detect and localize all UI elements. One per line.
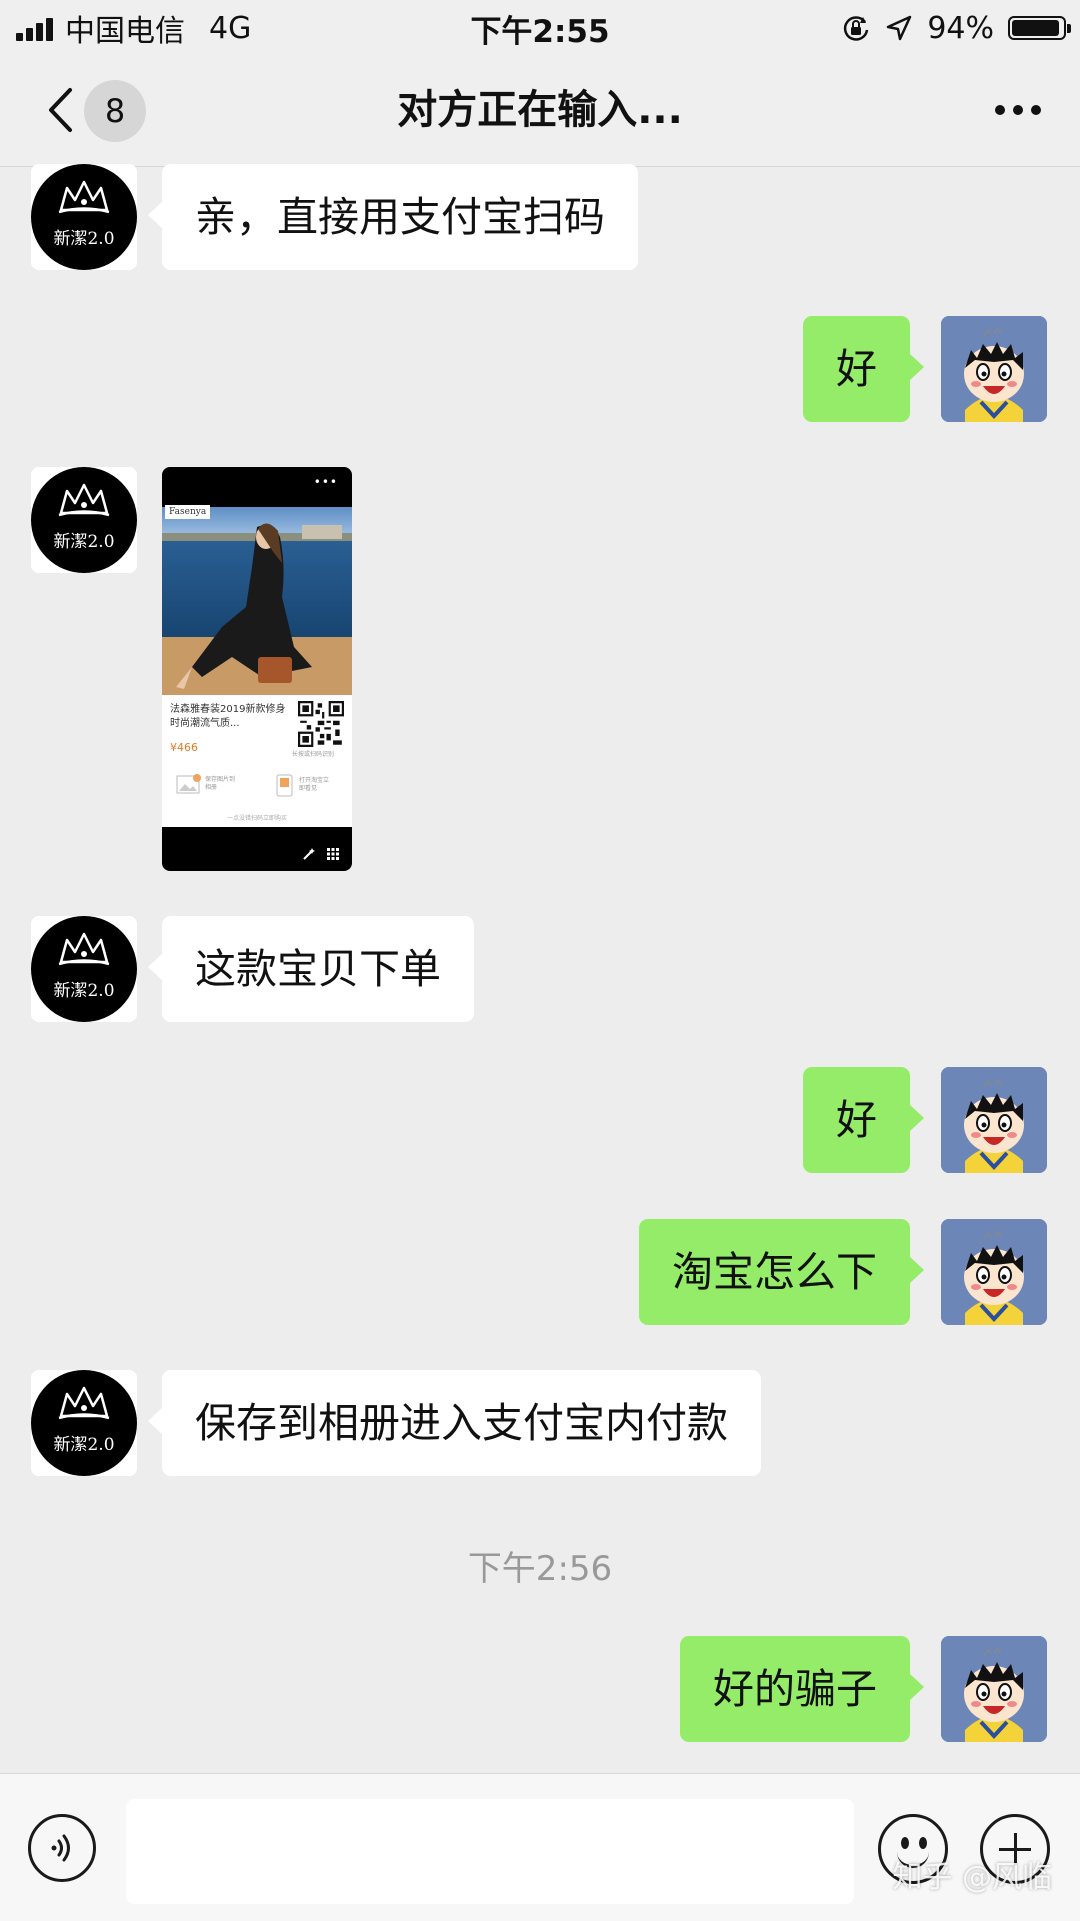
nav-bar: 8 对方正在输入...: [0, 54, 1080, 167]
contact-avatar[interactable]: 新潔2.0: [31, 1370, 137, 1476]
contact-avatar-text: 新潔2.0: [53, 981, 115, 1001]
save-image-label: 保存图片到相册: [205, 776, 236, 791]
contact-avatar-text: 新潔2.0: [53, 532, 115, 552]
my-avatar[interactable]: [941, 1067, 1047, 1173]
contact-avatar[interactable]: 新潔2.0: [31, 164, 137, 270]
product-photo: [162, 507, 352, 695]
more-icon: •••: [313, 475, 338, 489]
message-bubble-incoming[interactable]: 保存到相册进入支付宝内付款: [148, 1370, 761, 1476]
orientation-lock-icon: [844, 16, 869, 41]
status-right: 94%: [841, 8, 1071, 48]
product-title: 法森雅春装2019新款修身时尚潮流气质...: [170, 704, 286, 729]
my-avatar[interactable]: [941, 316, 1047, 422]
image-message[interactable]: ••• Fasenya 法森雅春装2019新款修身时尚潮流气质... ¥466 …: [162, 467, 352, 871]
product-price: ¥466: [170, 741, 198, 754]
more-icon: [995, 105, 1005, 115]
input-bar: [0, 1773, 1080, 1921]
contact-avatar[interactable]: 新潔2.0: [31, 467, 137, 573]
message-bubble-outgoing[interactable]: 淘宝怎么下: [639, 1219, 924, 1325]
status-bar: 中国电信 4G 下午2:55 94%: [0, 0, 1080, 54]
message-timestamp: 下午2:56: [467, 1549, 613, 1589]
image-tools: [302, 847, 340, 861]
contact-avatar-text: 新潔2.0: [53, 229, 115, 249]
my-avatar[interactable]: [941, 1636, 1047, 1742]
location-icon: [887, 15, 912, 41]
open-taobao-label: 打开淘宝立即看见: [299, 777, 330, 792]
chat-title: 对方正在输入...: [397, 87, 683, 133]
qr-code: [298, 701, 344, 747]
message-bubble-outgoing[interactable]: 好: [803, 1067, 924, 1173]
message-bubble-outgoing[interactable]: 好的骗子: [680, 1636, 924, 1742]
voice-button[interactable]: [28, 1814, 96, 1882]
grid-icon: [327, 848, 339, 860]
watermark: 知乎 @风临: [892, 1860, 1052, 1895]
save-image-action: 保存图片到相册: [176, 773, 239, 795]
message-bubble-incoming[interactable]: 亲，直接用支付宝扫码: [148, 164, 638, 270]
image-icon: [176, 774, 201, 794]
magic-wand-icon: [303, 848, 315, 860]
message-bubble-outgoing[interactable]: 好: [803, 316, 924, 422]
qr-tip: 长按或扫码识别: [292, 751, 335, 758]
more-button[interactable]: [990, 98, 1046, 122]
open-taobao-action: 打开淘宝立即看见: [274, 773, 333, 797]
battery-percent: 94%: [927, 10, 994, 46]
phone-icon: [276, 774, 293, 797]
contact-avatar-text: 新潔2.0: [53, 1435, 115, 1455]
card-footer: 一点没错扫码立即购买: [226, 815, 287, 822]
brand-logo: Fasenya: [165, 505, 211, 519]
battery-icon: [1008, 16, 1071, 40]
product-card: 法森雅春装2019新款修身时尚潮流气质... ¥466 长按或扫码识别 保存图片…: [162, 695, 352, 827]
message-input[interactable]: [126, 1799, 854, 1904]
message-bubble-incoming[interactable]: 这款宝贝下单: [148, 916, 474, 1022]
voice-icon: [51, 1834, 70, 1862]
contact-avatar[interactable]: 新潔2.0: [31, 916, 137, 1022]
my-avatar[interactable]: [941, 1219, 1047, 1325]
